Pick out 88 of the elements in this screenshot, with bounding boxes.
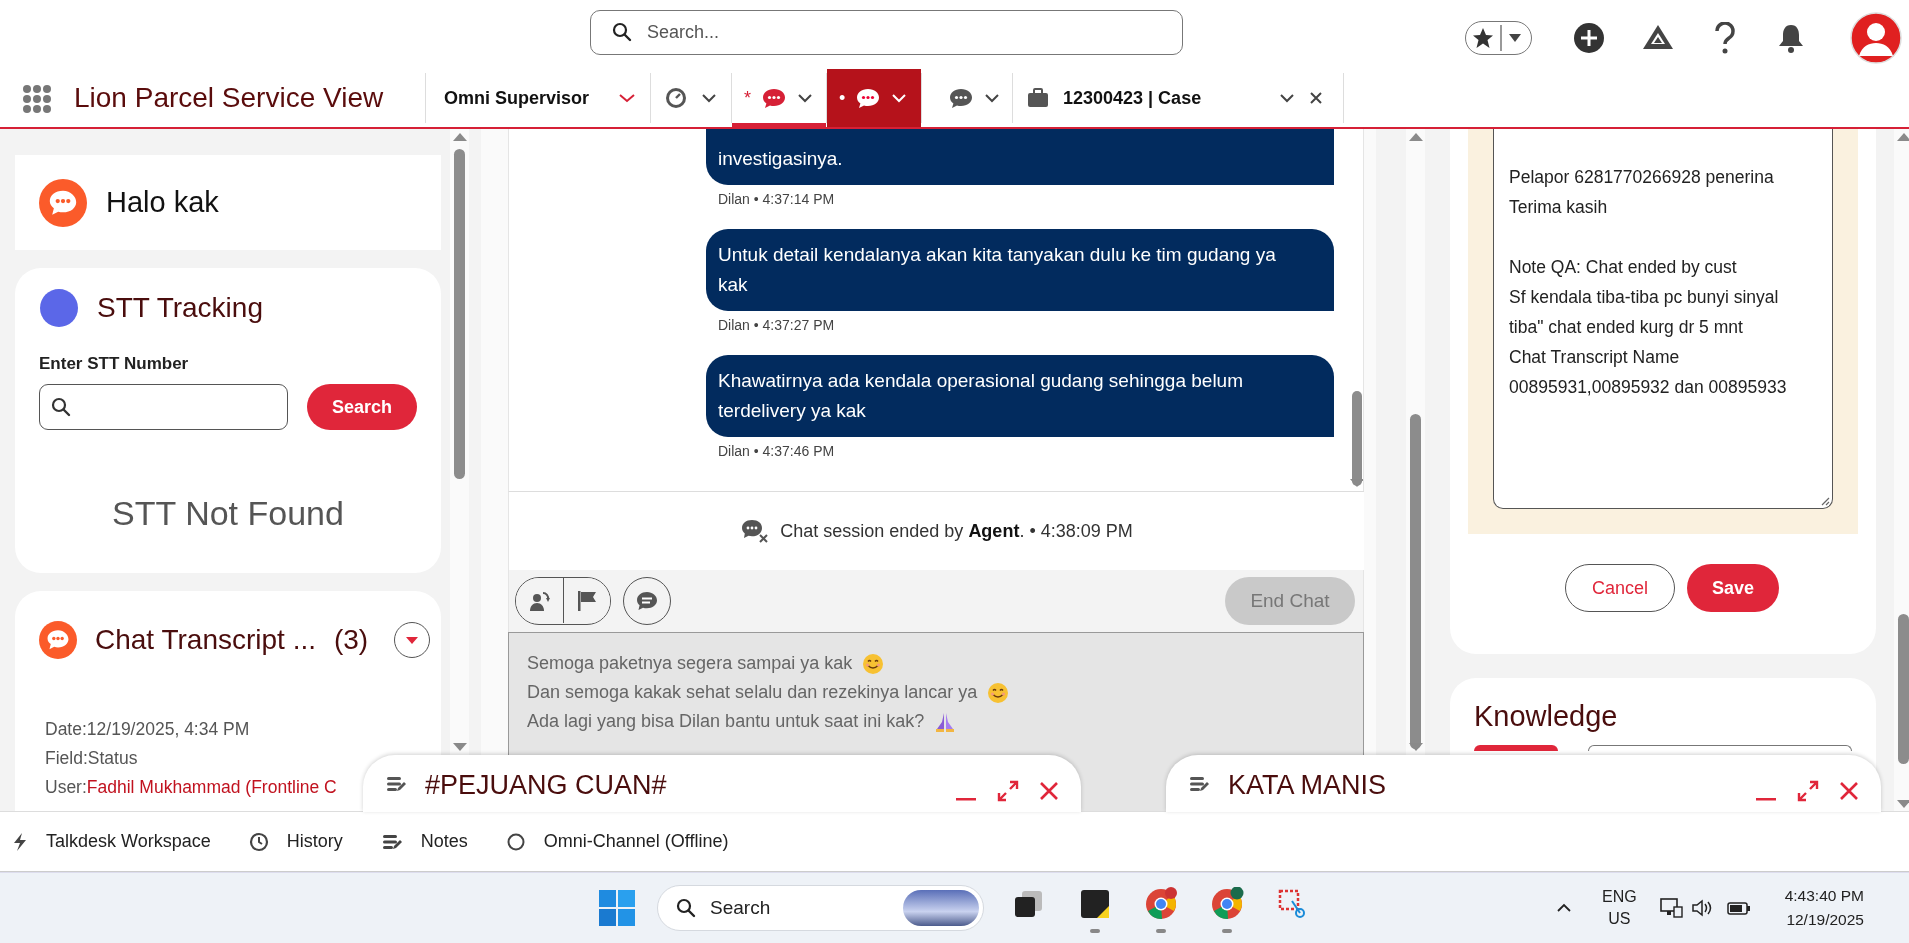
smiling-face-icon [862, 652, 885, 675]
chevron-down-icon[interactable] [701, 93, 717, 103]
chevron-down-icon[interactable] [1279, 93, 1295, 103]
browser-icon [1144, 887, 1178, 921]
clock[interactable]: 4:43:40 PM 12/19/2025 [1784, 884, 1864, 932]
caret-down-icon [405, 635, 420, 645]
running-indicator-icon [1090, 929, 1100, 933]
speaker-icon[interactable] [1690, 898, 1713, 918]
message-meta: Dilan • 4:37:27 PM [718, 317, 836, 333]
utility-item[interactable]: History [248, 831, 343, 852]
stt-number-field[interactable] [39, 384, 288, 430]
session-event-text: Chat session ended by Agent. • 4:38:09 PM [780, 520, 1133, 542]
resize-grip-icon[interactable] [1820, 496, 1830, 506]
briefcase-icon [1027, 88, 1049, 108]
gauge-icon [665, 87, 687, 109]
chat-bubble-icon [855, 87, 882, 109]
scrollbar[interactable] [1894, 129, 1909, 811]
app-launcher-icon[interactable] [22, 84, 52, 114]
running-indicator-icon [1156, 929, 1166, 933]
chat-ended-icon [740, 518, 771, 544]
quick-text-button[interactable] [623, 577, 671, 625]
message-meta: Dilan • 4:37:14 PM [718, 191, 836, 207]
save-button[interactable]: Save [1687, 564, 1779, 612]
star-icon [1472, 27, 1494, 49]
message-bubble: investigasinya. [706, 129, 1334, 185]
circle-icon [39, 288, 79, 328]
caret-down-icon[interactable] [1507, 33, 1523, 43]
close-icon[interactable] [1839, 780, 1859, 801]
utility-item[interactable]: Notes [380, 831, 468, 852]
notes-field[interactable]: Pelapor 6281770266928 penerina Terima kasih Note QA: Chat ended by cust Sf kendala tiba-tiba pc bunyi sinyal tiba" chat ended kurg dr 5 mnt Chat Transcript Name 00895931,00895932 dan 00895933 [1493, 129, 1833, 509]
chat-icon [636, 591, 658, 611]
chevron-down-icon[interactable] [984, 93, 1000, 103]
running-indicator-icon [1222, 929, 1232, 933]
language-indicator[interactable]: ENG US [1602, 886, 1637, 930]
flag-button[interactable] [563, 578, 610, 623]
lightning-icon [12, 831, 28, 852]
app-title: Lion Parcel Service View [74, 82, 385, 114]
close-icon[interactable] [1039, 780, 1059, 801]
smiling-face-icon [987, 681, 1010, 704]
add-icon[interactable] [1572, 21, 1606, 55]
taskbar-search-field[interactable]: Search [657, 885, 984, 931]
browser-icon [1210, 887, 1244, 921]
flag-icon [576, 588, 598, 613]
battery-icon[interactable] [1726, 899, 1751, 917]
chevron-up-icon[interactable] [1556, 903, 1572, 913]
search-field[interactable]: Search... [590, 10, 1183, 55]
scrollbar[interactable] [1406, 129, 1425, 755]
avatar[interactable] [1850, 12, 1902, 64]
chat-tab[interactable]: • [827, 69, 921, 127]
search-icon [612, 22, 632, 42]
bell-icon[interactable] [1777, 23, 1805, 53]
card-title: Chat Transcript ... [95, 624, 316, 656]
search-icon [51, 397, 71, 417]
chat-bubble-icon [761, 87, 787, 109]
chevron-down-icon[interactable] [618, 93, 636, 103]
search-button[interactable]: Search [307, 384, 417, 430]
dropdown-button[interactable] [394, 622, 431, 658]
message-bubble: Untuk detail kendalanya akan kita tanyakan dulu ke tim gudang ya kak [706, 229, 1334, 311]
utility-item[interactable]: Omni-Channel (Offline) [505, 831, 729, 852]
expand-icon[interactable] [1797, 779, 1819, 802]
message-bubble: Khawatirnya ada kendala operasional gudang sehingga belum terdelivery ya kak [706, 355, 1334, 437]
network-icon[interactable] [1658, 897, 1683, 919]
windows-start-icon[interactable] [599, 890, 635, 926]
card-title: STT Tracking [97, 292, 263, 324]
circle-icon [505, 831, 526, 852]
record-count: (3) [333, 624, 369, 656]
message-meta: Dilan • 4:37:46 PM [718, 443, 836, 459]
user-link[interactable]: Fadhil Mukhammad (Frontline C [86, 777, 337, 797]
scrollbar[interactable] [450, 129, 469, 755]
chat-icon [39, 178, 87, 227]
expand-icon[interactable] [997, 779, 1019, 802]
card-title: Knowledge [1474, 700, 1619, 733]
detail-text: Field:Status [45, 747, 139, 770]
detail-text: Date:12/19/2025, 4:34 PM [45, 718, 251, 741]
search-icon [676, 898, 696, 918]
result-message: STT Not Found [111, 494, 345, 533]
utility-item[interactable]: Talkdesk Workspace [12, 831, 211, 852]
field-label: Enter STT Number [39, 354, 190, 374]
help-icon[interactable] [1713, 22, 1737, 54]
cancel-button[interactable]: Cancel [1565, 564, 1675, 612]
knowledge-button[interactable] [1474, 745, 1558, 751]
chat-bubble-icon [948, 87, 974, 109]
greeting-text: Halo kak [106, 186, 219, 219]
close-icon[interactable] [1309, 91, 1323, 105]
chevron-down-icon[interactable] [797, 93, 813, 103]
sticky-notes-icon [1078, 887, 1112, 921]
clock-icon [248, 831, 269, 852]
chat-icon [39, 621, 77, 659]
